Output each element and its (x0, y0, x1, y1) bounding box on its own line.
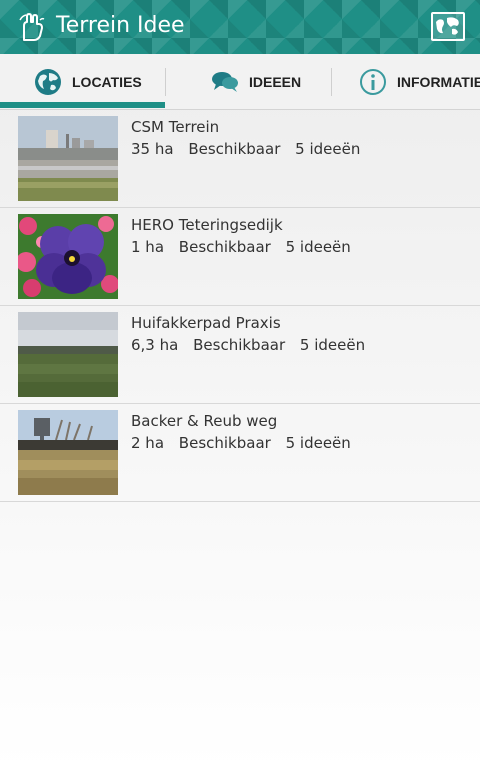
list-item[interactable]: HERO Teteringsedijk 1 ha Beschikbaar 5 i… (0, 208, 480, 306)
map-icon (436, 17, 459, 35)
list-item[interactable]: Backer & Reub weg 2 ha Beschikbaar 5 ide… (0, 404, 480, 502)
hand-icon[interactable] (18, 12, 46, 42)
location-meta: 35 ha Beschikbaar 5 ideeën (131, 140, 370, 158)
location-status: Beschikbaar (188, 140, 281, 158)
list-item[interactable]: Huifakkerpad Praxis 6,3 ha Beschikbaar 5… (0, 306, 480, 404)
location-ideas-count: 5 ideeën (285, 434, 351, 452)
location-meta: 6,3 ha Beschikbaar 5 ideeën (131, 336, 375, 354)
location-thumbnail (18, 312, 118, 397)
active-tab-indicator (0, 102, 165, 108)
location-name: HERO Teteringsedijk (131, 216, 283, 234)
location-meta: 2 ha Beschikbaar 5 ideeën (131, 434, 361, 452)
location-name: Backer & Reub weg (131, 412, 278, 430)
tab-label: LOCATIES (72, 74, 142, 90)
map-button[interactable] (431, 12, 465, 41)
location-thumbnail (18, 214, 118, 299)
location-size: 2 ha (131, 434, 165, 452)
location-status: Beschikbaar (193, 336, 286, 354)
action-bar: Terrein Idee (0, 0, 480, 54)
globe-icon (35, 69, 61, 95)
location-thumbnail (18, 116, 118, 201)
app-title: Terrein Idee (56, 13, 185, 38)
location-ideas-count: 5 ideeën (299, 336, 366, 354)
list-item[interactable]: CSM Terrein 35 ha Beschikbaar 5 ideeën (0, 110, 480, 208)
location-thumbnail (18, 410, 118, 495)
location-status: Beschikbaar (178, 434, 271, 452)
tab-label: IDEEEN (249, 74, 302, 90)
location-status: Beschikbaar (178, 238, 271, 256)
tab-label: INFORMATIE (397, 74, 480, 90)
tab-ideeen[interactable]: IDEEEN (211, 54, 302, 109)
location-size: 1 ha (131, 238, 165, 256)
info-icon (360, 69, 386, 95)
location-size: 6,3 ha (131, 336, 179, 354)
tab-divider (331, 68, 332, 96)
location-name: Huifakkerpad Praxis (131, 314, 281, 332)
tab-informatie[interactable]: INFORMATIE (359, 54, 480, 109)
location-ideas-count: 5 ideeën (295, 140, 361, 158)
location-meta: 1 ha Beschikbaar 5 ideeën (131, 238, 361, 256)
locations-list: CSM Terrein 35 ha Beschikbaar 5 ideeën H… (0, 110, 480, 502)
location-name: CSM Terrein (131, 118, 220, 136)
chat-bubbles-icon (212, 72, 238, 92)
tab-divider (165, 68, 166, 96)
location-size: 35 ha (131, 140, 174, 158)
location-ideas-count: 5 ideeën (285, 238, 351, 256)
